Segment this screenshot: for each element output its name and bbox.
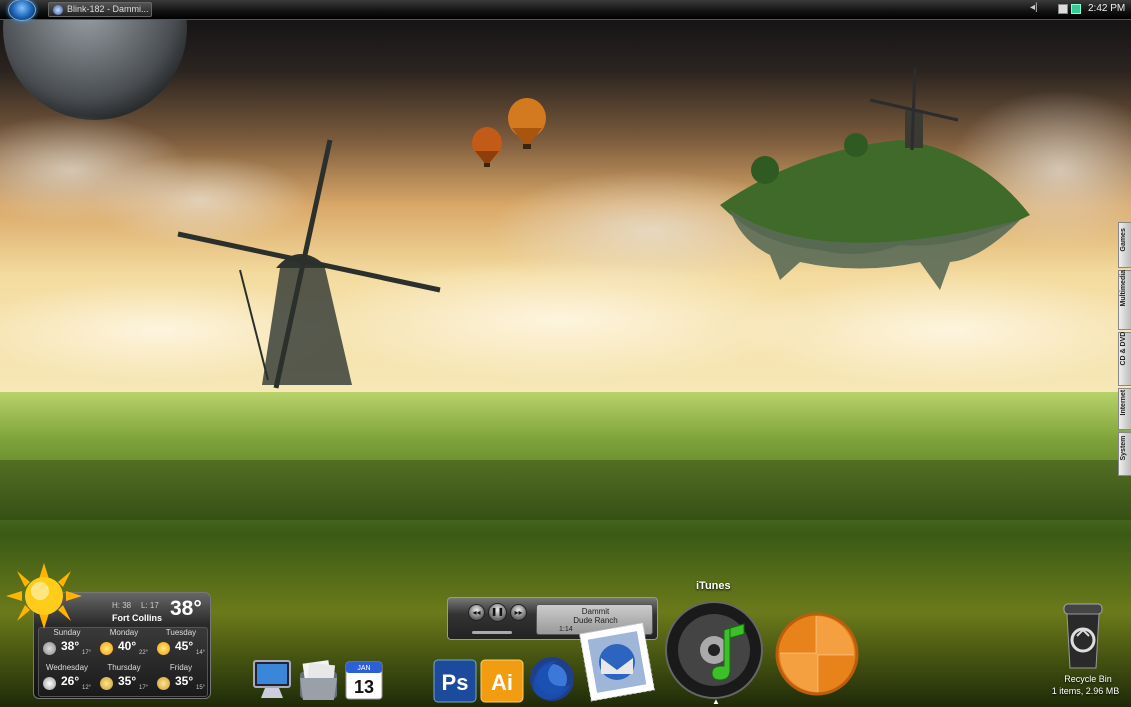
previous-track-button[interactable]: ◂◂ <box>468 604 485 621</box>
side-tab-label: Multimedia <box>1120 269 1127 307</box>
forecast-day-name: Thursday <box>107 663 141 672</box>
forecast-day: Sunday 38° 17° <box>39 628 95 662</box>
firefox-icon[interactable] <box>527 655 577 703</box>
forecast-low: 22° <box>139 650 149 656</box>
side-tab-cd-dvd[interactable]: CD & DVD <box>1118 332 1131 386</box>
forecast-temp: 35° <box>118 674 137 688</box>
forecast-temp: 38° <box>61 639 80 653</box>
start-button[interactable] <box>8 0 36 21</box>
cloudy-icon <box>43 642 56 655</box>
recycle-bin-info: 1 items, 2.96 MB <box>1051 686 1120 696</box>
forecast-temp: 35° <box>175 674 194 688</box>
forecast-low: 17° <box>139 685 149 691</box>
computer-icon[interactable] <box>251 658 293 702</box>
mail-folder-icon[interactable] <box>296 656 341 702</box>
calendar-month: JAN <box>357 665 370 672</box>
weather-forecast: Sunday 38° 17° Monday 40° 22° Tuesday 45… <box>38 627 208 697</box>
track-time: 1:14 <box>559 626 573 633</box>
sunny-icon <box>100 642 113 655</box>
side-tab-label: CD & DVD <box>1120 331 1127 366</box>
forecast-day-name: Friday <box>169 663 193 672</box>
side-tab-multimedia[interactable]: Multimedia <box>1118 270 1131 330</box>
side-tab-launcher: Games Multimedia CD & DVD Internet Syste… <box>1118 222 1131 478</box>
side-tab-label: System <box>1120 435 1127 461</box>
itunes-label: iTunes <box>696 580 731 592</box>
forecast-day: Thursday 35° 17° <box>96 663 152 697</box>
side-tab-games[interactable]: Games <box>1118 222 1131 268</box>
forecast-day: Tuesday 45° 14° <box>153 628 209 662</box>
forecast-day-name: Sunday <box>53 628 81 637</box>
illustrator-icon[interactable]: Ai <box>480 659 524 703</box>
forecast-temp: 26° <box>61 674 80 688</box>
taskbar: Blink-182 - Dammi... ◂| 2:42 PM <box>0 0 1131 21</box>
calendar-icon[interactable]: JAN 13 <box>343 659 385 702</box>
forecast-low: 15° <box>196 685 206 691</box>
side-tab-label: Games <box>1120 228 1127 252</box>
volume-slider[interactable] <box>472 631 512 634</box>
side-tab-system[interactable]: System <box>1118 432 1131 476</box>
tray-language-icon[interactable] <box>1058 4 1068 14</box>
weather-low: L: 17 <box>141 601 159 610</box>
taskbar-clock[interactable]: 2:42 PM <box>1088 3 1125 14</box>
sunny-icon <box>157 642 170 655</box>
forecast-low: 14° <box>196 650 206 656</box>
recycle-bin-label: Recycle Bin <box>1064 674 1112 684</box>
itunes-icon[interactable] <box>664 600 764 700</box>
forecast-day: Monday 40° 22° <box>96 628 152 662</box>
forecast-day: Friday 35° 15° <box>153 663 209 697</box>
weather-current-temp: 38° <box>170 597 202 620</box>
weather-city: Fort Collins <box>112 613 162 623</box>
illustrator-label: Ai <box>491 670 513 695</box>
forecast-temp: 40° <box>118 639 137 653</box>
snow-icon <box>43 677 56 690</box>
forecast-day: Wednesday 26° 12° <box>39 663 95 697</box>
photoshop-label: Ps <box>442 670 469 695</box>
photoshop-icon[interactable]: Ps <box>433 659 477 703</box>
forecast-day-name: Monday <box>109 628 139 637</box>
forecast-low: 17° <box>82 650 92 656</box>
thunderbird-icon[interactable] <box>579 622 655 702</box>
vlc-icon[interactable] <box>774 612 860 696</box>
side-tab-internet[interactable]: Internet <box>1118 388 1131 430</box>
forecast-day-name: Tuesday <box>165 628 197 637</box>
forecast-day-name: Wednesday <box>45 663 89 672</box>
weather-sun-icon <box>6 563 82 629</box>
next-track-button[interactable]: ▸▸ <box>510 604 527 621</box>
taskbar-window-button[interactable]: Blink-182 - Dammi... <box>48 2 152 17</box>
weather-high: H: 38 <box>112 601 132 610</box>
side-tab-label: Internet <box>1120 389 1127 416</box>
forecast-low: 12° <box>82 685 92 691</box>
calendar-day: 13 <box>354 677 374 697</box>
track-title: Dammit <box>581 607 610 616</box>
partly-cloudy-icon <box>100 677 113 690</box>
recycle-bin-icon[interactable] <box>1060 600 1106 672</box>
browser-icon <box>53 5 63 15</box>
tray-network-icon[interactable] <box>1071 4 1081 14</box>
dock-running-indicator: ▲ <box>712 697 720 706</box>
partly-cloudy-icon <box>157 677 170 690</box>
taskbar-window-label: Blink-182 - Dammi... <box>67 4 149 14</box>
pause-button[interactable]: ❚❚ <box>488 603 507 622</box>
forecast-temp: 45° <box>175 639 194 653</box>
tray-expand-icon[interactable]: ◂| <box>1030 2 1038 13</box>
